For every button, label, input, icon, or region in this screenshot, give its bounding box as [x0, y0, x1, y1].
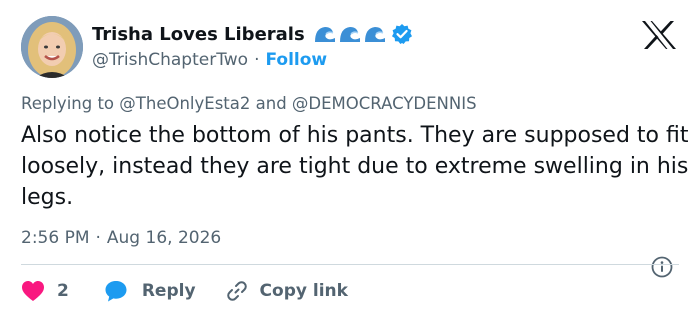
tweet-text: Also notice the bottom of his pants. The… — [21, 123, 689, 210]
copy-link-button[interactable]: Copy link — [226, 280, 348, 302]
reply-context: Replying to @TheOnlyEsta2 and @DEMOCRACY… — [21, 94, 477, 113]
author-handle-row: @TrishChapterTwo · Follow — [92, 48, 327, 72]
follow-button[interactable]: Follow — [265, 50, 327, 70]
author-display-name[interactable]: Trisha Loves Liberals — [92, 24, 305, 45]
wave-icon — [339, 27, 360, 42]
reply-button[interactable]: Reply — [104, 279, 196, 303]
speech-bubble-icon — [105, 281, 127, 302]
avatar[interactable] — [21, 16, 83, 78]
verified-badge-icon — [391, 24, 412, 44]
reply-context-conjunction: and — [255, 94, 287, 113]
wave-icon — [364, 27, 385, 42]
timestamp-separator: · — [95, 228, 101, 248]
avatar-image — [21, 16, 83, 78]
handle-separator: · — [254, 50, 260, 70]
reply-context-prefix: Replying to — [21, 94, 115, 113]
wave-icon — [314, 27, 335, 42]
tweet-time: 2:56 PM — [21, 228, 90, 248]
tweet-date: Aug 16, 2026 — [106, 228, 222, 248]
link-icon — [226, 281, 247, 301]
like-button[interactable]: 2 — [21, 280, 69, 302]
tweet-timestamp[interactable]: 2:56 PM · Aug 16, 2026 — [21, 228, 221, 248]
mention-link-2[interactable]: @DEMOCRACYDENNIS — [292, 94, 477, 113]
action-bar: 2 Reply Copy link — [21, 276, 348, 306]
info-icon[interactable] — [651, 256, 673, 278]
mention-link-1[interactable]: @TheOnlyEsta2 — [119, 94, 250, 113]
divider — [21, 264, 679, 265]
author-handle[interactable]: @TrishChapterTwo — [92, 50, 248, 70]
x-logo-icon[interactable] — [641, 20, 677, 50]
reply-label: Reply — [141, 281, 196, 301]
heart-icon — [22, 281, 44, 301]
author-emojis — [313, 23, 413, 45]
copy-link-label: Copy link — [259, 281, 348, 301]
like-count: 2 — [57, 281, 69, 301]
author-name-row: Trisha Loves Liberals — [92, 20, 413, 48]
